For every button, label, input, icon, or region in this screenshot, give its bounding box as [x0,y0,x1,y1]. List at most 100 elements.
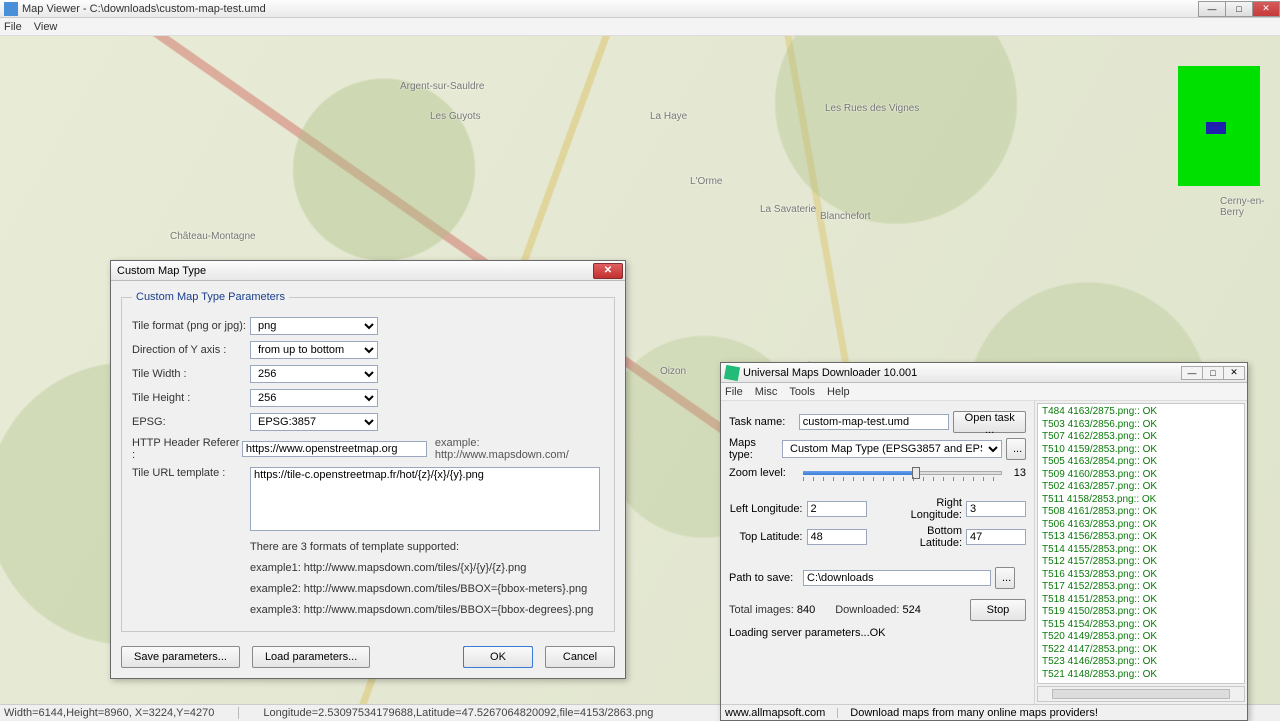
minimap-viewport [1206,122,1226,134]
left-lon-input[interactable] [807,501,867,517]
umd-menu-file[interactable]: File [725,386,743,398]
bottom-lat-label: Bottom Latitude: [889,525,963,549]
download-log[interactable]: T484 4163/2875.png:: OKT503 4163/2856.pn… [1037,403,1245,684]
minimize-button[interactable]: — [1198,1,1226,17]
open-task-button[interactable]: Open task ... [953,411,1026,433]
tile-format-select[interactable]: png [250,317,378,335]
path-label: Path to save: [729,572,799,584]
log-line: T516 4153/2853.png:: OK [1042,569,1240,582]
log-line: T506 4163/2853.png:: OK [1042,519,1240,532]
tile-height-select[interactable]: 256 [250,389,378,407]
umd-statusbar: www.allmapsoft.com Download maps from ma… [721,704,1247,720]
log-line: T514 4155/2853.png:: OK [1042,544,1240,557]
path-input[interactable] [803,570,991,586]
umd-status-msg: Download maps from many online maps prov… [850,707,1098,719]
log-line: T515 4154/2853.png:: OK [1042,619,1240,632]
log-line: T509 4160/2853.png:: OK [1042,469,1240,482]
total-value: 840 [797,604,815,616]
log-line: T519 4150/2853.png:: OK [1042,606,1240,619]
app-icon [4,2,18,16]
save-parameters-button[interactable]: Save parameters... [121,646,240,668]
menu-view[interactable]: View [34,21,58,33]
zoom-value: 13 [1006,467,1026,479]
status-coords: Longitude=2.53097534179688,Latitude=47.5… [263,707,653,719]
template-textarea[interactable]: https://tile-c.openstreetmap.fr/hot/{z}/… [250,467,600,531]
map-place-label: L'Orme [690,176,722,187]
close-button[interactable]: ✕ [1252,1,1280,17]
window-controls: — □ ✕ [1199,1,1280,17]
loading-status: Loading server parameters...OK [729,627,1026,639]
example-1: example1: http://www.mapsdown.com/tiles/… [250,558,604,579]
zoom-slider[interactable] [803,465,1002,481]
log-line: T505 4163/2854.png:: OK [1042,456,1240,469]
umd-minimize-button[interactable]: — [1181,366,1203,380]
epsg-label: EPSG: [132,416,250,428]
maximize-button[interactable]: □ [1225,1,1253,17]
log-line: T510 4159/2853.png:: OK [1042,444,1240,457]
menu-file[interactable]: File [4,21,22,33]
top-lat-input[interactable] [807,529,867,545]
dialog-title: Custom Map Type [117,265,593,277]
umd-menu-tools[interactable]: Tools [789,386,815,398]
umd-window: Universal Maps Downloader 10.001 — □ ✕ F… [720,362,1248,721]
log-line: T503 4163/2856.png:: OK [1042,419,1240,432]
bottom-lat-input[interactable] [966,529,1026,545]
minimap[interactable] [1178,66,1260,186]
map-place-label: Château-Montagne [170,231,256,242]
tile-format-label: Tile format (png or jpg): [132,320,250,332]
log-line: T502 4163/2857.png:: OK [1042,481,1240,494]
maps-type-browse-button[interactable]: ... [1006,438,1026,460]
tile-height-label: Tile Height : [132,392,250,404]
parameters-fieldset: Custom Map Type Parameters Tile format (… [121,291,615,632]
load-parameters-button[interactable]: Load parameters... [252,646,370,668]
maps-type-select[interactable]: Custom Map Type (EPSG3857 and EPSG4326 s… [782,440,1002,458]
y-axis-label: Direction of Y axis : [132,344,250,356]
epsg-select[interactable]: EPSG:3857 [250,413,378,431]
cancel-button[interactable]: Cancel [545,646,615,668]
log-line: T508 4161/2853.png:: OK [1042,506,1240,519]
example-3: example3: http://www.mapsdown.com/tiles/… [250,600,604,621]
dialog-titlebar[interactable]: Custom Map Type ✕ [111,261,625,281]
path-browse-button[interactable]: ... [995,567,1015,589]
log-line: T523 4146/2853.png:: OK [1042,656,1240,669]
umd-title: Universal Maps Downloader 10.001 [743,367,1182,379]
total-label: Total images: [729,604,794,616]
umd-menu-misc[interactable]: Misc [755,386,778,398]
menubar: File View [0,18,1280,36]
map-place-label: Argent-sur-Sauldre [400,81,484,92]
tile-width-select[interactable]: 256 [250,365,378,383]
map-place-label: Cerny-en-Berry [1220,196,1280,218]
log-line: T518 4151/2853.png:: OK [1042,594,1240,607]
y-axis-select[interactable]: from up to bottom [250,341,378,359]
log-line: T517 4152/2853.png:: OK [1042,581,1240,594]
log-line: T484 4163/2875.png:: OK [1042,406,1240,419]
right-lon-input[interactable] [966,501,1026,517]
dialog-close-button[interactable]: ✕ [593,263,623,279]
map-place-label: La Savaterie [760,204,816,215]
top-lat-label: Top Latitude: [729,531,803,543]
zoom-level-label: Zoom level: [729,467,799,479]
umd-menu-help[interactable]: Help [827,386,850,398]
task-name-input[interactable] [799,414,950,430]
status-dimensions: Width=6144,Height=8960, X=3224,Y=4270 [4,707,214,719]
map-place-label: La Haye [650,111,687,122]
log-line: T507 4162/2853.png:: OK [1042,431,1240,444]
right-lon-label: Right Longitude: [889,497,963,521]
log-line: T511 4158/2853.png:: OK [1042,494,1240,507]
downloaded-label: Downloaded: [835,604,899,616]
umd-maximize-button[interactable]: □ [1202,366,1224,380]
umd-close-button[interactable]: ✕ [1223,366,1245,380]
umd-menubar: File Misc Tools Help [721,383,1247,401]
ok-button[interactable]: OK [463,646,533,668]
map-place-label: Blanchefort [820,211,871,222]
log-line: T512 4157/2853.png:: OK [1042,556,1240,569]
umd-titlebar[interactable]: Universal Maps Downloader 10.001 — □ ✕ [721,363,1247,383]
task-name-label: Task name: [729,416,795,428]
log-line: T522 4147/2853.png:: OK [1042,644,1240,657]
map-place-label: Les Guyots [430,111,481,122]
log-hscrollbar[interactable] [1037,686,1245,702]
stop-button[interactable]: Stop [970,599,1026,621]
referer-input[interactable] [242,441,427,457]
tile-width-label: Tile Width : [132,368,250,380]
map-place-label: Oizon [660,366,686,377]
